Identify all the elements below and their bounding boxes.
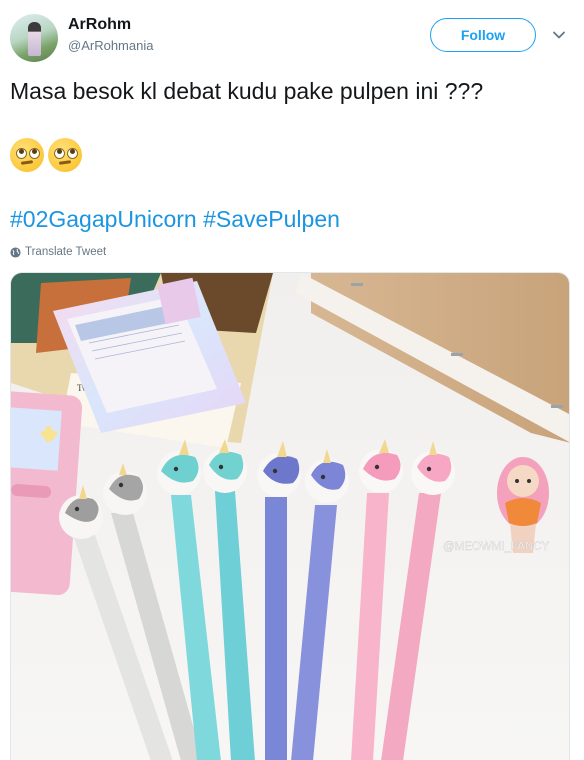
author-handle[interactable]: @ArRohmania: [68, 38, 153, 53]
face-with-rolling-eyes-emoji: [10, 138, 44, 172]
unicorn-pens-photo: Two S: [11, 273, 569, 760]
author-name[interactable]: ArRohm: [68, 16, 131, 34]
chevron-down-icon[interactable]: [552, 28, 566, 42]
hashtag-link[interactable]: #SavePulpen: [203, 206, 340, 232]
follow-button[interactable]: Follow: [430, 18, 536, 52]
hashtags: #02GagapUnicorn #SavePulpen: [10, 206, 340, 233]
photo-watermark: @MEOWMI_FANCY: [443, 541, 550, 553]
tweet-text: Masa besok kl debat kudu pake pulpen ini…: [10, 78, 484, 104]
tweet-header: ArRohm @ArRohmania Follow: [0, 0, 584, 70]
face-with-rolling-eyes-emoji: [48, 138, 82, 172]
translate-label: Translate Tweet: [25, 246, 107, 258]
globe-icon: [10, 246, 21, 258]
hashtag-link[interactable]: #02GagapUnicorn: [10, 206, 197, 232]
avatar[interactable]: [10, 14, 58, 62]
translate-tweet-link[interactable]: Translate Tweet: [10, 246, 106, 258]
tweet-photo[interactable]: Two S: [10, 272, 570, 760]
